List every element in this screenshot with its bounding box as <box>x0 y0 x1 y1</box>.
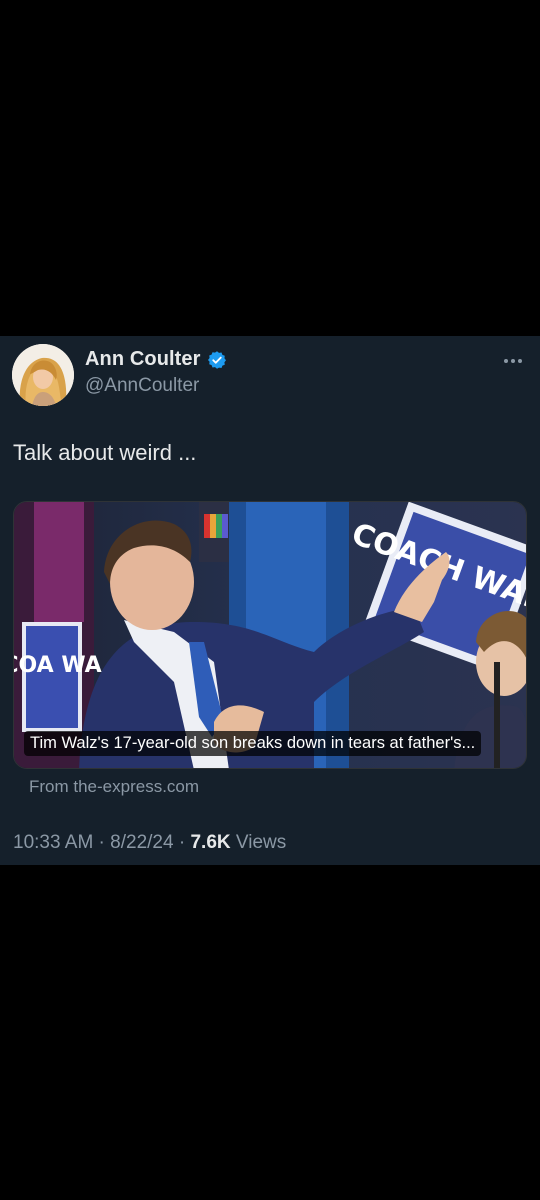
card-caption: Tim Walz's 17-year-old son breaks down i… <box>24 731 482 756</box>
avatar-image <box>12 344 74 406</box>
verified-badge-icon <box>207 350 227 370</box>
tweet-text: Talk about weird ... <box>13 440 197 465</box>
tweet-card: Ann Coulter @AnnCoulter Talk about weird… <box>0 336 540 865</box>
sign-text-left: COA WA <box>14 653 102 678</box>
card-image: COACH WALZ COA WA <box>14 502 526 768</box>
avatar[interactable] <box>12 344 74 406</box>
card-source-link[interactable]: From the-express.com <box>29 777 199 797</box>
meta-separator: · <box>93 832 111 853</box>
author-name-row[interactable]: Ann Coulter <box>85 348 227 371</box>
more-options-icon[interactable] <box>502 350 524 372</box>
link-preview-card[interactable]: COACH WALZ COA WA Tim Walz's 17-year-old… <box>13 501 527 769</box>
views-count[interactable]: 7.6K <box>190 832 230 853</box>
tweet-meta: 10:33 AM · 8/22/24 · 7.6K Views <box>13 832 286 854</box>
author-handle[interactable]: @AnnCoulter <box>85 375 199 397</box>
tweet-time[interactable]: 10:33 AM <box>13 832 93 853</box>
meta-separator: · <box>173 832 191 853</box>
author-display-name[interactable]: Ann Coulter <box>85 348 201 371</box>
views-label: Views <box>230 832 287 853</box>
tweet-date[interactable]: 8/22/24 <box>110 832 173 853</box>
